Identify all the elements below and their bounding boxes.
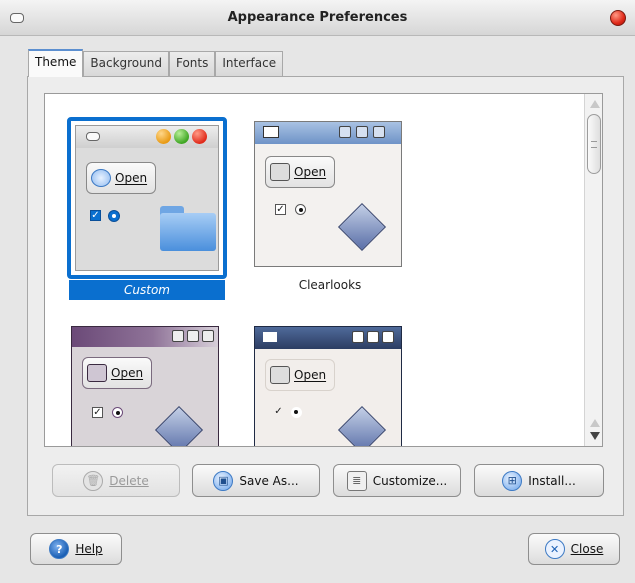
grip-icon [591,141,597,148]
customize-icon: ≣ [346,470,367,491]
preview-titlebar [76,126,218,148]
close-button[interactable]: ✕ Close [528,533,620,565]
preview-radio [295,204,306,215]
customize-button-label: Customize... [372,473,448,488]
preview-window-menu-icon [86,132,100,141]
theme-name: Custom [69,280,225,300]
scroll-up-icon[interactable] [590,419,600,427]
theme-item-custom[interactable]: Open ✓ Custom [67,117,227,301]
preview-radio [291,407,302,418]
preview-close-icon [373,126,385,138]
preview-radio [108,210,120,222]
preview-window-menu-icon [263,332,277,342]
theme-name: Clearlooks [298,278,362,292]
preview-open-button: Open [82,357,153,389]
theme-item[interactable]: Open ✓ [67,324,227,446]
preview-titlebar [72,327,218,347]
tab-fonts[interactable]: Fonts [168,51,216,76]
save-as-button[interactable]: ▣ Save As... [192,464,320,497]
preview-checkbox: ✓ [90,210,101,221]
preview-close-icon [202,330,214,342]
preview-open-button: Open [86,162,157,194]
open-icon [91,169,111,187]
theme-preview: Open ✓ [75,125,219,271]
window-close-icon[interactable] [610,10,626,26]
tab-background[interactable]: Background [83,51,169,76]
preview-checkbox: ✓ [275,204,286,215]
save-as-button-label: Save As... [239,473,299,488]
preview-open-label: Open [115,171,148,185]
delete-button[interactable]: 🗑 Delete [52,464,180,497]
preview-open-label: Open [294,368,327,382]
theme-art-icon [154,405,204,446]
install-icon: ⊞ [502,470,523,491]
preview-radio [112,407,123,418]
maximize-icon [356,126,368,138]
minimize-icon [156,129,171,144]
open-icon [270,366,290,384]
close-icon: ✕ [544,539,565,559]
theme-art-icon [337,405,387,446]
tab-theme[interactable]: Theme [28,49,84,77]
maximize-icon [174,129,189,144]
install-button-label: Install... [528,473,576,488]
tab-bar: Theme Background Fonts Interface [28,49,284,77]
preview-checkbox: ✓ [274,406,283,417]
preview-open-button: Open [265,156,336,188]
theme-preview: Open ✓ [254,121,402,267]
theme-preview-frame: Open ✓ [250,117,410,279]
preview-titlebar [255,327,401,349]
scroll-down-icon[interactable] [590,432,600,440]
preview-open-label: Open [111,366,144,380]
close-button-label: Close [570,542,604,556]
delete-icon: 🗑 [83,470,104,491]
preview-open-button: Open [265,359,336,391]
theme-preview: Open ✓ [254,326,402,446]
theme-list[interactable]: Open ✓ Custom Open ✓ Clearlooks Open ✓ O… [44,93,603,447]
tab-interface[interactable]: Interface [215,51,284,76]
theme-item-clearlooks[interactable]: Open ✓ Clearlooks [250,117,410,301]
minimize-icon [339,126,351,138]
customize-button[interactable]: ≣ Customize... [333,464,461,497]
preview-open-label: Open [294,165,327,179]
theme-preview: Open ✓ [71,326,219,446]
minimize-icon [172,330,184,342]
help-button[interactable]: ? Help [30,533,122,565]
theme-list-scrollbar[interactable] [584,94,602,446]
preview-window-menu-icon [263,126,279,138]
minimize-icon [352,331,364,343]
install-button[interactable]: ⊞ Install... [474,464,604,497]
open-icon [270,163,290,181]
folder-icon [160,206,216,252]
help-button-label: Help [75,542,103,556]
save-icon: ▣ [213,470,234,491]
theme-item[interactable]: Open ✓ [250,324,410,446]
theme-tab-page: Open ✓ Custom Open ✓ Clearlooks Open ✓ O… [27,76,624,516]
theme-preview-frame: Open ✓ [67,117,227,279]
preview-titlebar [255,122,401,144]
preview-close-icon [382,331,394,343]
theme-art-icon [337,202,387,252]
window-titlebar[interactable]: Appearance Preferences [0,0,635,36]
help-icon: ? [49,539,70,559]
window-title: Appearance Preferences [227,10,408,25]
delete-button-label: Delete [109,473,149,488]
scrollbar-thumb[interactable] [587,114,601,174]
open-icon [87,364,107,382]
preview-close-icon [192,129,207,144]
maximize-icon [187,330,199,342]
maximize-icon [367,331,379,343]
scroll-up-icon[interactable] [590,100,600,108]
preview-checkbox: ✓ [92,407,103,418]
